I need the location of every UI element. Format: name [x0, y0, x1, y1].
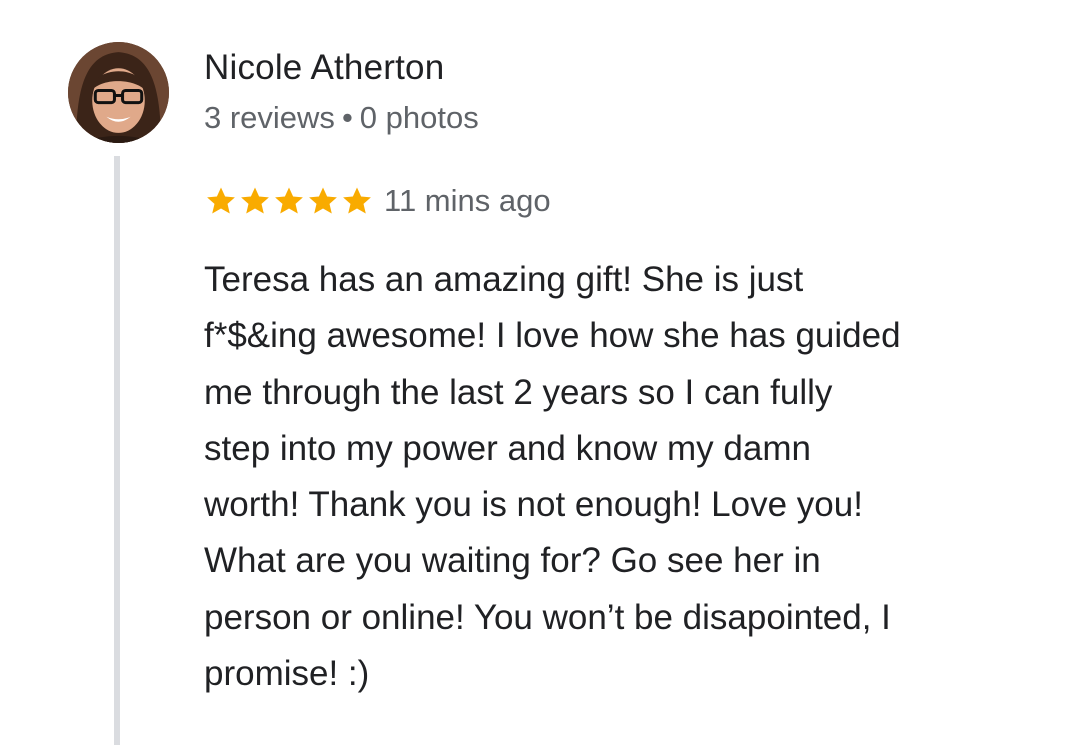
- review-text-line: worth! Thank you is not enough! Love you…: [204, 485, 863, 525]
- rating-row: 11 mins ago: [204, 180, 551, 222]
- review-text-line: f*$&ing awesome! I love how she has guid…: [204, 316, 901, 356]
- star-icon: [272, 184, 306, 218]
- reviewer-meta: 3 reviews • 0 photos: [204, 100, 479, 136]
- star-icon: [204, 184, 238, 218]
- reviewer-avatar[interactable]: [68, 42, 169, 143]
- user-avatar-icon: [68, 42, 169, 143]
- review-text: Teresa has an amazing gift! She is just f…: [204, 252, 1034, 702]
- photos-count: 0 photos: [359, 100, 479, 135]
- star-icon: [306, 184, 340, 218]
- meta-separator: •: [341, 100, 353, 135]
- review-thread-line: [114, 156, 120, 745]
- review-text-line: Teresa has an amazing gift! She is just: [204, 260, 804, 299]
- star-icon: [340, 184, 374, 218]
- review-text-line: step into my power and know my damn: [204, 428, 811, 468]
- star-icon: [238, 184, 272, 218]
- review-text-line: person or online! You won’t be disapoint…: [204, 597, 891, 637]
- review-timestamp: 11 mins ago: [384, 183, 551, 218]
- reviewer-name[interactable]: Nicole Atherton: [204, 48, 444, 88]
- review-text-line: me through the last 2 years so I can ful…: [204, 372, 833, 412]
- reviews-count: 3 reviews: [204, 100, 335, 135]
- star-rating: [204, 184, 374, 218]
- review-text-line: promise! :): [204, 654, 370, 694]
- review-text-line: What are you waiting for? Go see her in: [204, 541, 821, 581]
